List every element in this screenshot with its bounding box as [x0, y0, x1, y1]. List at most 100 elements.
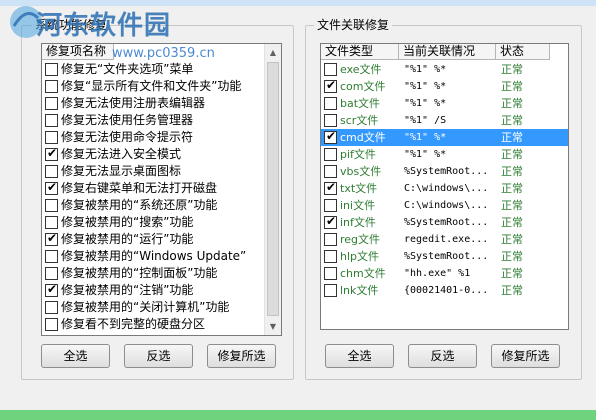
- list-item[interactable]: 修复“显示所有文件和文件夹”功能: [42, 78, 265, 95]
- file-assoc-table[interactable]: 文件类型 当前关联情况 状态 exe文件 "%1" %* 正常 ✔ com文件 "%1" …: [320, 43, 569, 330]
- list-item[interactable]: 修复看不到完整的硬盘分区: [42, 316, 265, 333]
- table-row[interactable]: hlp文件 %SystemRoot... 正常: [321, 248, 568, 265]
- scroll-thumb[interactable]: [267, 62, 279, 316]
- item-label: 修复看不到完整的硬盘分区: [61, 317, 206, 331]
- cell-file-type: lnk文件: [340, 284, 379, 297]
- scroll-up-arrow-icon[interactable]: ▲: [265, 44, 281, 61]
- table-row[interactable]: ✔ txt文件 C:\windows\... 正常: [321, 180, 568, 197]
- cell-status: 正常: [501, 267, 523, 280]
- item-label: 修复无法进入安全模式: [61, 147, 182, 161]
- list-item[interactable]: 修复被禁用的“系统还原”功能: [42, 197, 265, 214]
- cell-assoc: "%1" %*: [404, 132, 447, 143]
- file-assoc-group: 文件关联修复 文件类型 当前关联情况 状态 exe文件 "%1" %* 正常 ✔ com…: [305, 18, 582, 380]
- row-checkbox[interactable]: ✔: [324, 78, 337, 93]
- row-checkbox[interactable]: [324, 199, 337, 212]
- right-repair-selected-button[interactable]: 修复所选: [491, 344, 560, 368]
- system-repair-group: 系统功能修复 修复项名称 修复无“文件夹选项”菜单 修复“显示所有文件和文件夹”功…: [21, 18, 294, 380]
- row-checkbox[interactable]: [324, 165, 337, 178]
- row-checkbox[interactable]: ✔: [324, 180, 337, 195]
- left-invert-button[interactable]: 反选: [124, 344, 193, 368]
- item-checkbox[interactable]: [45, 114, 58, 127]
- list-item[interactable]: 修复被禁用的“搜索”功能: [42, 214, 265, 231]
- item-checkbox[interactable]: [45, 267, 58, 280]
- cell-status: 正常: [501, 182, 523, 195]
- table-row[interactable]: vbs文件 %SystemRoot... 正常: [321, 163, 568, 180]
- row-checkbox[interactable]: [324, 233, 337, 246]
- table-row[interactable]: ✔ cmd文件 "%1" %* 正常: [321, 129, 568, 146]
- cell-status: 正常: [501, 63, 523, 76]
- file-assoc-title: 文件关联修复: [314, 18, 393, 32]
- table-row[interactable]: chm文件 "hh.exe" %1 正常: [321, 265, 568, 282]
- item-checkbox[interactable]: [45, 216, 58, 229]
- item-checkbox[interactable]: ✔: [45, 146, 58, 161]
- cell-assoc: %SystemRoot...: [404, 166, 489, 177]
- item-checkbox[interactable]: ✔: [45, 282, 58, 297]
- item-checkbox[interactable]: ✔: [45, 231, 58, 246]
- list-item[interactable]: ✔ 修复无法进入安全模式: [42, 146, 265, 163]
- row-checkbox[interactable]: [324, 148, 337, 161]
- list-item[interactable]: 修复被禁用的“关闭计算机”功能: [42, 299, 265, 316]
- list-item[interactable]: 修复无法使用命令提示符: [42, 129, 265, 146]
- table-row[interactable]: ✔ com文件 "%1" %* 正常: [321, 78, 568, 95]
- item-checkbox[interactable]: [45, 80, 58, 93]
- repair-list-scrollbar[interactable]: ▲ ▼: [264, 44, 281, 335]
- list-item[interactable]: ✔ 修复被禁用的“运行”功能: [42, 231, 265, 248]
- cell-file-type: scr文件: [340, 114, 379, 127]
- list-item[interactable]: ✔ 修复被禁用的“注销”功能: [42, 282, 265, 299]
- list-item[interactable]: 修复无法使用任务管理器: [42, 112, 265, 129]
- row-checkbox[interactable]: ✔: [324, 214, 337, 229]
- checkmark-icon: ✔: [326, 180, 337, 194]
- row-checkbox[interactable]: [324, 63, 337, 76]
- item-checkbox[interactable]: [45, 131, 58, 144]
- row-checkbox[interactable]: [324, 250, 337, 263]
- cell-file-type: reg文件: [340, 233, 381, 246]
- table-row[interactable]: bat文件 "%1" %* 正常: [321, 95, 568, 112]
- row-checkbox[interactable]: ✔: [324, 129, 337, 144]
- cell-assoc: "hh.exe" %1: [404, 268, 471, 279]
- row-checkbox[interactable]: [324, 114, 337, 127]
- list-item[interactable]: 修复被禁用的“Windows Update”: [42, 248, 265, 265]
- cell-file-type: hlp文件: [340, 250, 380, 263]
- item-checkbox[interactable]: [45, 301, 58, 314]
- right-invert-button[interactable]: 反选: [408, 344, 477, 368]
- list-item[interactable]: 修复无法显示桌面图标: [42, 163, 265, 180]
- item-label: 修复无法使用命令提示符: [61, 130, 194, 144]
- scroll-down-arrow-icon[interactable]: ▼: [265, 318, 281, 335]
- repair-items-list[interactable]: 修复项名称 修复无“文件夹选项”菜单 修复“显示所有文件和文件夹”功能 修复无法使用…: [41, 43, 282, 336]
- item-checkbox[interactable]: ✔: [45, 180, 58, 195]
- cell-status: 正常: [501, 131, 523, 144]
- item-checkbox[interactable]: [45, 97, 58, 110]
- cell-status: 正常: [501, 250, 523, 263]
- table-row[interactable]: ini文件 C:\windows\... 正常: [321, 197, 568, 214]
- row-checkbox[interactable]: [324, 284, 337, 297]
- table-row[interactable]: reg文件 regedit.exe... 正常: [321, 231, 568, 248]
- cell-status: 正常: [501, 284, 523, 297]
- item-checkbox[interactable]: [45, 165, 58, 178]
- list-item[interactable]: ✔ 修复右键菜单和无法打开磁盘: [42, 180, 265, 197]
- row-checkbox[interactable]: [324, 267, 337, 280]
- item-label: 修复无法显示桌面图标: [61, 164, 182, 178]
- table-row[interactable]: scr文件 "%1" /S 正常: [321, 112, 568, 129]
- list-item[interactable]: 修复被禁用的“控制面板”功能: [42, 265, 265, 282]
- cell-assoc: "%1" %*: [404, 149, 447, 160]
- cell-file-type: exe文件: [340, 63, 382, 76]
- left-repair-selected-button[interactable]: 修复所选: [207, 344, 276, 368]
- item-label: 修复被禁用的“注销”功能: [61, 283, 194, 297]
- table-row[interactable]: pif文件 "%1" %* 正常: [321, 146, 568, 163]
- item-checkbox[interactable]: [45, 250, 58, 263]
- left-select-all-button[interactable]: 全选: [41, 344, 110, 368]
- table-row[interactable]: lnk文件 {00021401-0... 正常: [321, 282, 568, 299]
- item-checkbox[interactable]: [45, 199, 58, 212]
- cell-file-type: txt文件: [340, 182, 378, 195]
- col-header-assoc[interactable]: 当前关联情况: [399, 44, 496, 60]
- item-checkbox[interactable]: [45, 318, 58, 331]
- right-select-all-button[interactable]: 全选: [325, 344, 394, 368]
- table-row[interactable]: ✔ inf文件 %SystemRoot... 正常: [321, 214, 568, 231]
- row-checkbox[interactable]: [324, 97, 337, 110]
- col-header-status[interactable]: 状态: [496, 44, 550, 60]
- window-bottom-edge: [0, 410, 596, 420]
- list-item[interactable]: 修复无法使用注册表编辑器: [42, 95, 265, 112]
- table-row[interactable]: exe文件 "%1" %* 正常: [321, 61, 568, 78]
- cell-assoc: %SystemRoot...: [404, 217, 489, 228]
- col-header-file-type[interactable]: 文件类型: [321, 44, 399, 60]
